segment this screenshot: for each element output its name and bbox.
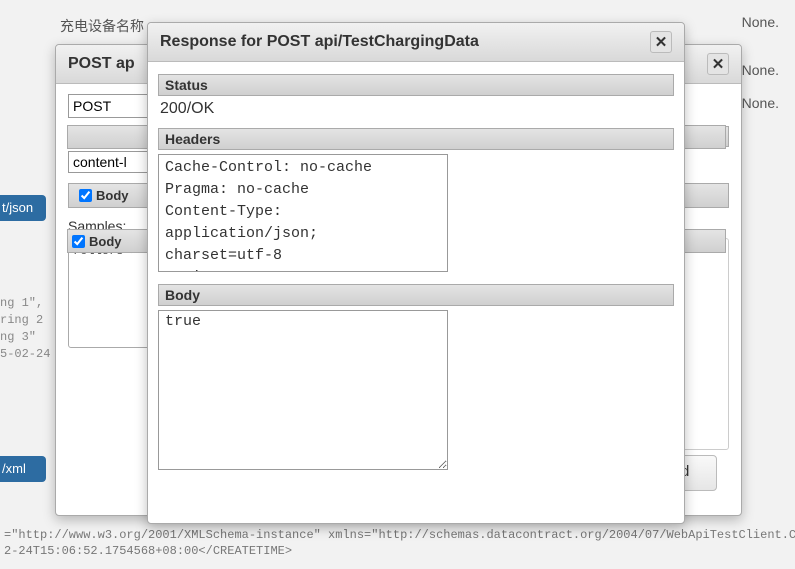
sample-textarea[interactable]: rollers"> <CREAT 2.175456 <DES>: <ID>sa … bbox=[68, 238, 150, 348]
format-pill-xml[interactable]: /xml bbox=[0, 456, 46, 482]
response-headers-box[interactable]: Cache-Control: no-cache Pragma: no-cache… bbox=[158, 154, 448, 272]
response-headers-text: Cache-Control: no-cache Pragma: no-cache… bbox=[165, 157, 441, 272]
status-section-bar: Status bbox=[158, 74, 674, 96]
response-body-text: true bbox=[165, 313, 441, 330]
request-dialog-close-button[interactable]: ✕ bbox=[707, 53, 729, 75]
close-icon: ✕ bbox=[712, 55, 725, 73]
request-dialog-title: POST ap bbox=[68, 55, 135, 73]
body-checkbox[interactable] bbox=[79, 189, 92, 202]
bg-side-code: ng 1", ring 2 ng 3" 5-02-24 bbox=[0, 295, 50, 363]
response-dialog: Response for POST api/TestChargingData ✕… bbox=[147, 22, 685, 524]
bg-bottom-code: ="http://www.w3.org/2001/XMLSchema-insta… bbox=[0, 527, 795, 559]
bg-none-2: None. bbox=[742, 62, 779, 78]
format-pill-json[interactable]: t/json bbox=[0, 195, 46, 221]
bg-top-label: 充电设备名称 bbox=[60, 16, 144, 36]
response-dialog-close-button[interactable]: ✕ bbox=[650, 31, 672, 53]
response-dialog-title: Response for POST api/TestChargingData bbox=[160, 33, 479, 51]
status-value: 200/OK bbox=[158, 96, 674, 124]
headers-section-bar: Headers bbox=[158, 128, 674, 150]
response-dialog-titlebar[interactable]: Response for POST api/TestChargingData ✕ bbox=[148, 23, 684, 62]
close-icon: ✕ bbox=[655, 33, 668, 51]
bg-none-1: None. bbox=[742, 14, 779, 30]
response-body-box[interactable]: true bbox=[158, 310, 448, 470]
bg-none-3: None. bbox=[742, 95, 779, 111]
body-section-bar: Body bbox=[158, 284, 674, 306]
body-section-label: Body bbox=[96, 188, 129, 203]
